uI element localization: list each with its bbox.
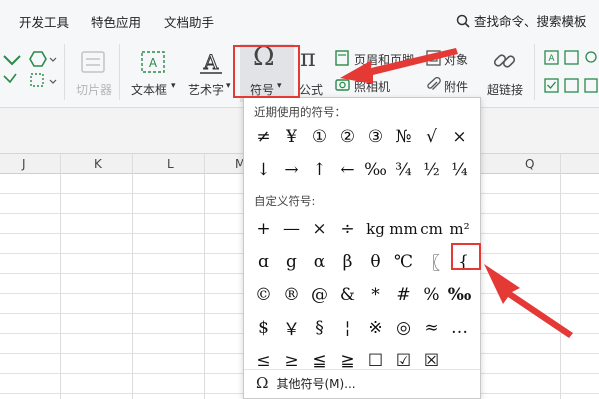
annotation-arrows [340,48,573,338]
arrow-to-symbol-button [340,48,458,84]
arrow-to-brace-symbol [484,264,573,338]
